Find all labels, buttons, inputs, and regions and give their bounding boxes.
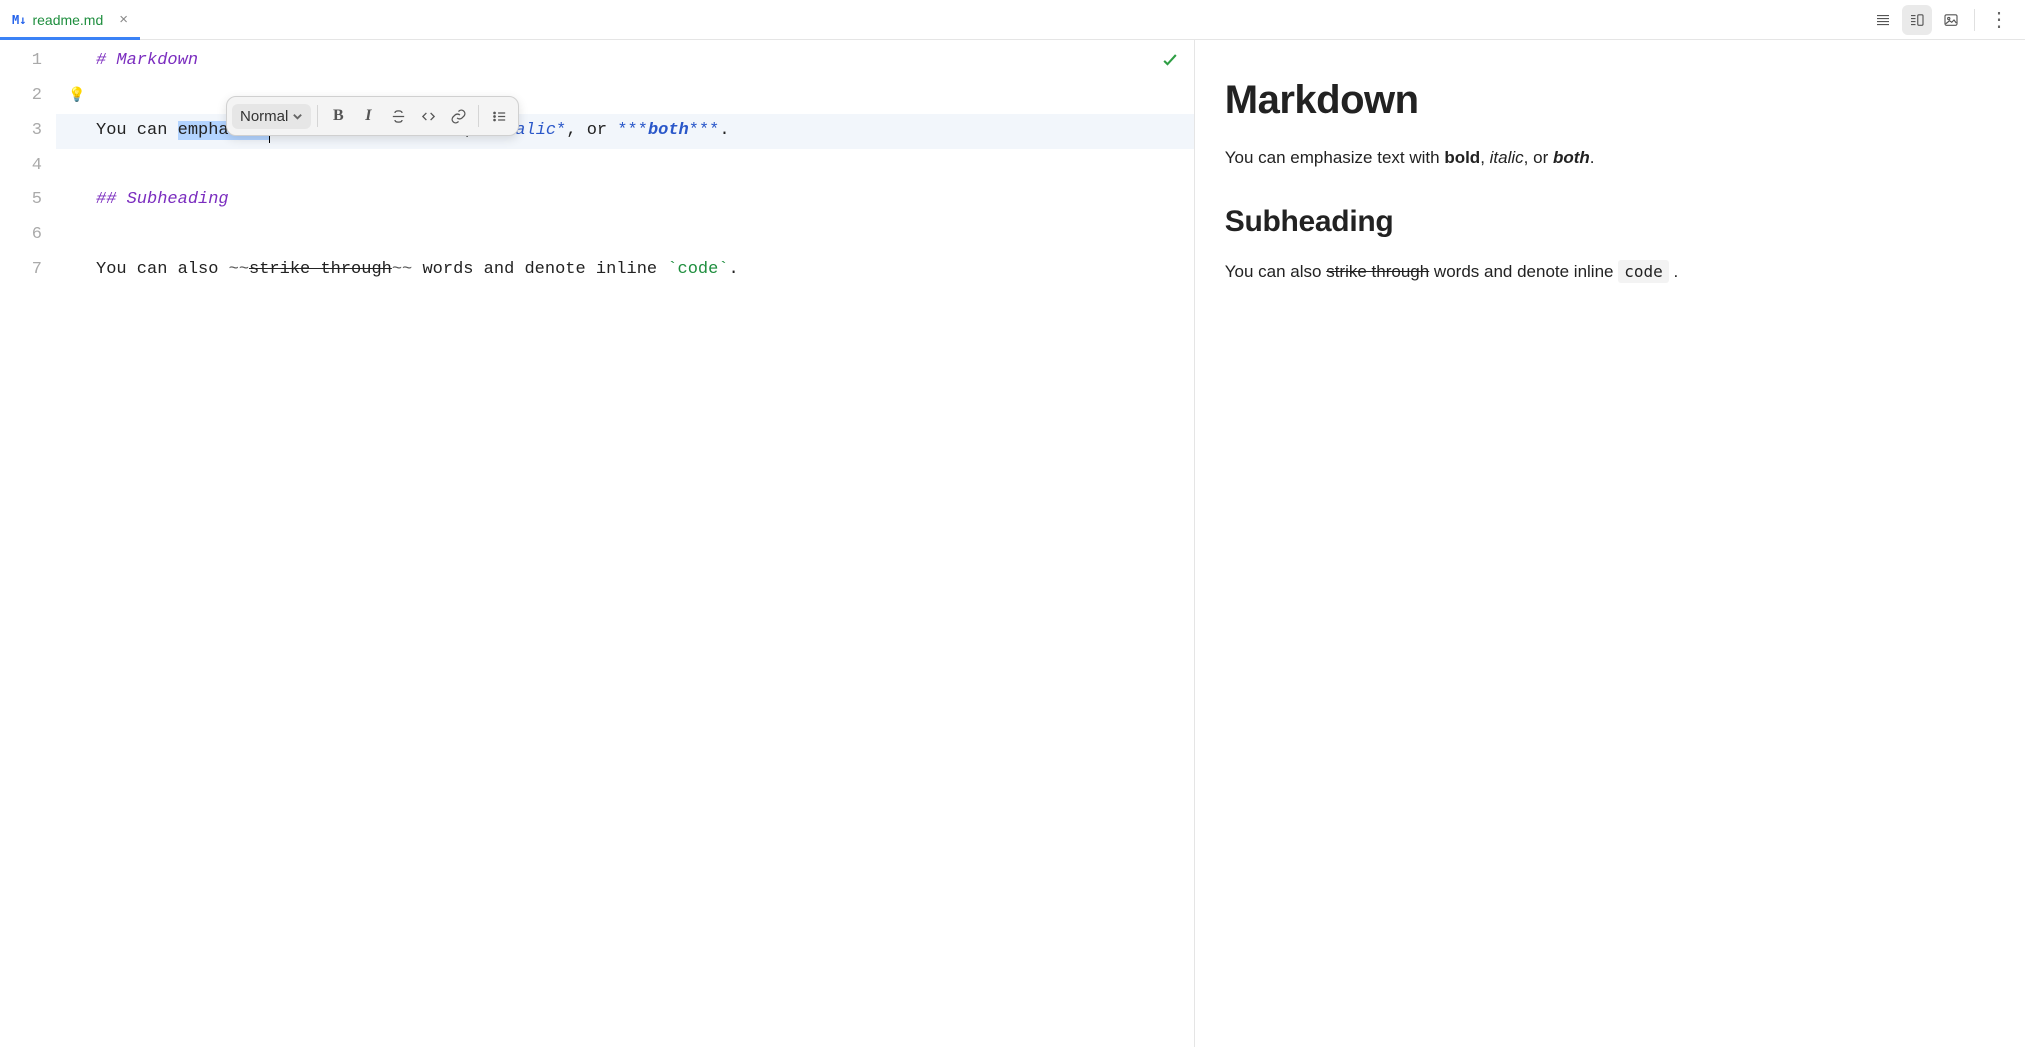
view-source-only-button[interactable] [1868,5,1898,35]
tab-readme[interactable]: M↓ readme.md × [0,0,140,39]
code-line[interactable]: # Markdown [56,44,1194,79]
code-line[interactable] [56,218,1194,253]
code-editor[interactable]: 1 2 3 4 5 6 7 💡 # Markdown You can empha… [0,40,1194,1047]
divider [478,105,479,127]
tab-bar: M↓ readme.md × ⋮ [0,0,2025,40]
line-number: 2 [0,79,42,114]
chevron-down-icon [292,111,303,122]
preview-h1: Markdown [1225,78,1995,123]
view-split-button[interactable] [1902,5,1932,35]
preview-paragraph: You can emphasize text with bold, italic… [1225,145,1995,171]
markdown-file-icon: M↓ [12,13,26,27]
split-view-icon [1908,11,1926,29]
more-options-button[interactable]: ⋮ [1983,7,2015,32]
list-button[interactable] [485,102,513,130]
bold-button[interactable]: B [324,102,352,130]
preview-pane: Markdown You can emphasize text with bol… [1195,40,2025,1047]
tab-filename: readme.md [32,12,103,28]
preview-h2: Subheading [1225,205,1995,239]
strikethrough-icon [390,108,407,125]
code-line[interactable]: ## Subheading [56,183,1194,218]
floating-format-toolbar: Normal B I [226,96,519,136]
view-preview-only-button[interactable] [1936,5,1966,35]
tabbar-right-controls: ⋮ [1868,0,2025,39]
code-line[interactable]: You can also ~~strike through~~ words an… [56,253,1194,288]
line-number: 7 [0,253,42,288]
line-number: 4 [0,149,42,184]
link-button[interactable] [444,102,472,130]
line-number: 3 [0,114,42,149]
split-container: 1 2 3 4 5 6 7 💡 # Markdown You can empha… [0,40,2025,1047]
line-number-gutter: 1 2 3 4 5 6 7 [0,40,56,1047]
divider [317,105,318,127]
editor-pane: 1 2 3 4 5 6 7 💡 # Markdown You can empha… [0,40,1195,1047]
paragraph-style-dropdown[interactable]: Normal [232,104,311,129]
code-content[interactable]: 💡 # Markdown You can emphasize text with… [56,40,1194,1047]
lines-icon [1874,11,1892,29]
line-number: 5 [0,183,42,218]
paragraph-style-label: Normal [240,108,288,125]
close-icon[interactable]: × [119,11,128,28]
italic-button[interactable]: I [354,102,382,130]
link-icon [450,108,467,125]
list-icon [491,108,508,125]
strikethrough-button[interactable] [384,102,412,130]
no-problems-check-icon[interactable] [1160,50,1180,75]
preview-paragraph: You can also strike through words and de… [1225,259,1995,285]
code-button[interactable] [414,102,442,130]
preview-icon [1942,11,1960,29]
line-number: 1 [0,44,42,79]
divider [1974,9,1975,31]
code-line[interactable] [56,149,1194,184]
code-icon [420,108,437,125]
line-number: 6 [0,218,42,253]
